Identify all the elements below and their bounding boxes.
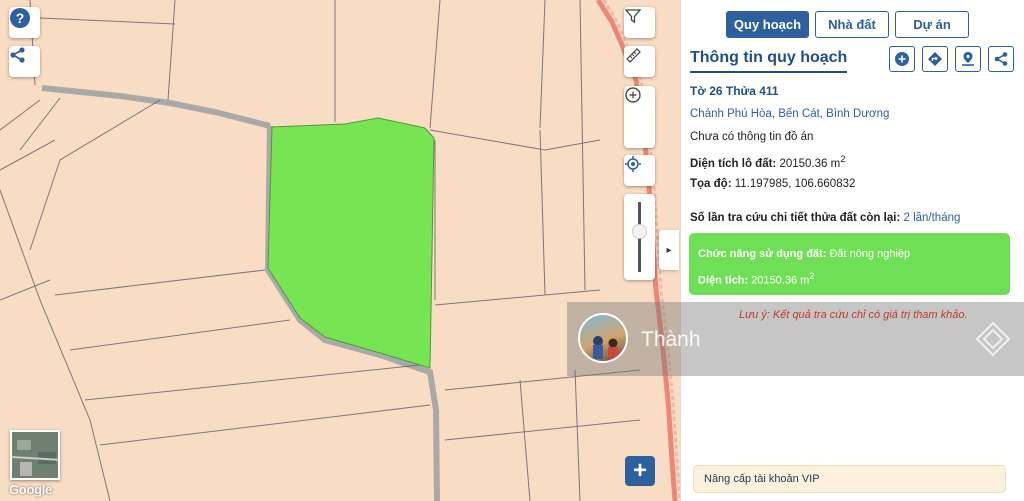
slider-knob[interactable] [632,224,647,239]
ruler-icon [626,48,641,63]
map-pin-button[interactable] [955,46,981,72]
upgrade-vip-link[interactable]: Nâng cấp tài khoản VIP [693,465,1006,493]
add-button[interactable]: + [625,456,655,486]
map-parcels [0,0,680,501]
plus-circle-icon [895,52,909,66]
zoom-out-icon [625,87,641,103]
land-use-card: Chức năng sử dụng đất: Đất nông nghiệp D… [689,233,1010,295]
locate-icon [625,156,641,172]
coord-row: Tọa độ: 11.197985, 106.660832 [690,178,855,190]
share-icon [994,52,1008,66]
help-button[interactable]: ? [9,7,40,38]
lookup-value: 2 lần/tháng [903,212,961,224]
land-area-value: 20150.36 m [751,274,810,287]
panel-tabs: Quy hoạch Nhà đất Dự án [726,11,969,38]
plan-info: Chưa có thông tin đồ án [690,131,814,143]
chevron-right-icon: ▸ [666,244,672,256]
land-use-row: Chức năng sử dụng đất: Đất nông nghiệp [698,243,1001,265]
share-map-button[interactable] [9,46,40,77]
area-label: Diện tích lô đất: [690,157,777,170]
disclaimer-note: Lưu ý: Kết quả tra cứu chỉ có giá trị th… [739,309,968,321]
zoom-out-button[interactable] [624,87,655,146]
overlay-name: Thành [641,328,701,351]
plus-icon: + [632,457,647,484]
tab-du-an[interactable]: Dự án [895,11,969,38]
directions-button[interactable] [922,46,948,72]
info-panel: Quy hoạch Nhà đất Dự án Thông tin quy ho… [680,0,1024,501]
parcel-location: Chánh Phú Hòa, Bến Cát, Bình Dương [690,108,890,120]
tab-nha-dat[interactable]: Nhà đất [815,11,889,38]
satellite-thumbnail [12,432,58,478]
help-icon: ? [10,8,30,28]
google-logo: Google [9,482,52,497]
zoom-controls [624,86,655,148]
collapse-panel-button[interactable]: ▸ [659,230,679,270]
measure-button[interactable] [624,46,655,77]
tab-quy-hoach[interactable]: Quy hoạch [726,11,809,38]
panel-title: Thông tin quy hoạch [690,49,848,73]
land-use-label: Chức năng sử dụng đất: [698,248,827,260]
coord-label: Tọa độ: [690,178,732,190]
lookup-label: Số lần tra cứu chi tiết thửa đất còn lại… [690,212,901,224]
area-unit-sup: 2 [840,154,846,165]
lookup-row: Số lần tra cứu chi tiết thửa đất còn lại… [690,212,960,224]
add-circle-button[interactable] [889,46,915,72]
share-icon [10,47,25,63]
filter-icon [624,9,642,24]
filter-button[interactable] [624,7,655,38]
parcel-id: Tờ 26 Thửa 411 [690,84,779,98]
land-use-value: Đất nông nghiệp [829,248,911,260]
avatar [578,313,628,363]
panel-actions [889,46,1014,72]
area-row: Diện tích lô đất: 20150.36 m2 [690,154,846,170]
opacity-slider[interactable] [624,194,655,280]
land-area-label: Diện tích: [698,274,749,287]
locate-button[interactable] [624,155,655,186]
watermark-icon [975,321,1011,357]
map-pin-icon [962,52,974,66]
area-value: 20150.36 m [779,157,841,170]
svg-text:?: ? [16,10,25,26]
land-area-row: Diện tích: 20150.36 m2 [698,265,1001,292]
land-area-sup: 2 [809,271,815,281]
directions-icon [928,52,942,66]
map-canvas[interactable]: ? ▸ + Google [0,0,680,501]
watermark-logo [974,320,1012,363]
share-button[interactable] [988,46,1014,72]
satellite-toggle[interactable] [10,430,60,480]
coord-value: 11.197985, 106.660832 [734,178,856,190]
